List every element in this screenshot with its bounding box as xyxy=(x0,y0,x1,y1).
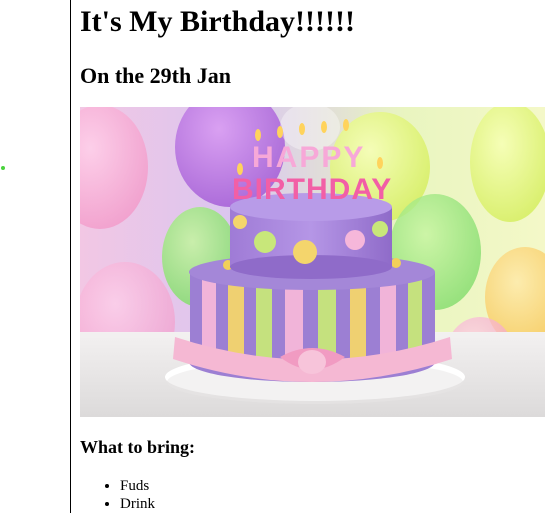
cake-topper-happy: HAPPY xyxy=(252,141,365,174)
green-dot-marker xyxy=(1,166,5,170)
date-subtitle: On the 29th Jan xyxy=(80,63,231,88)
list-item: Fuds xyxy=(120,477,155,495)
bring-list: Fuds Drink xyxy=(80,477,155,513)
birthday-cake-image: HAPPY BIRTHDAY xyxy=(80,107,545,417)
page-title: It's My Birthday!!!!!! xyxy=(80,5,355,38)
page: It's My Birthday!!!!!! On the 29th Jan H… xyxy=(0,0,555,513)
main-content: It's My Birthday!!!!!! On the 29th Jan H… xyxy=(80,0,546,512)
cake-topper-birthday: BIRTHDAY xyxy=(232,173,392,206)
bring-heading: What to bring: xyxy=(80,437,196,457)
list-item: Drink xyxy=(120,495,155,513)
left-border-line xyxy=(70,0,71,513)
